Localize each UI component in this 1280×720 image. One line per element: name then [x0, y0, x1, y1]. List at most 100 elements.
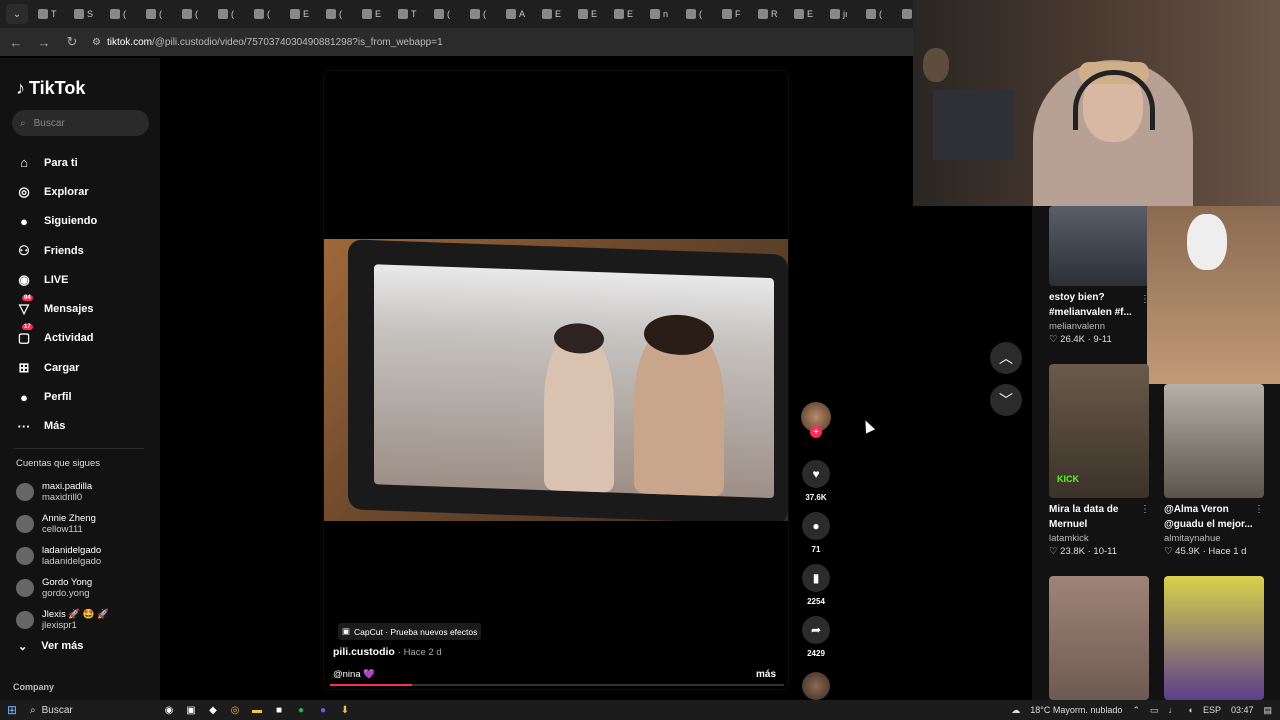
- share-button[interactable]: ➦: [802, 616, 830, 644]
- browser-tab[interactable]: E: [538, 2, 572, 26]
- browser-tab[interactable]: A: [502, 2, 536, 26]
- feed-card-2[interactable]: KICK Mira la data de Mernuel latamkick ♡…: [1049, 364, 1149, 557]
- feed-thumb-1[interactable]: [1049, 206, 1149, 286]
- feed-thumb-2[interactable]: KICK: [1049, 364, 1149, 498]
- feed-card-3[interactable]: @Alma Veron @guadu el mejor... almitayna…: [1164, 384, 1264, 557]
- tiktok-logo[interactable]: ♪ TikTok: [16, 78, 85, 99]
- browser-tab[interactable]: (: [322, 2, 356, 26]
- following-item[interactable]: Gordo Yong gordo.yong: [16, 572, 109, 604]
- save-button[interactable]: ▮: [802, 564, 830, 592]
- browser-tab[interactable]: (: [250, 2, 284, 26]
- site-info-icon[interactable]: ⚙: [92, 37, 101, 48]
- feed-card-user[interactable]: latamkick: [1049, 533, 1149, 544]
- browser-tab[interactable]: E: [574, 2, 608, 26]
- discord-icon[interactable]: ●: [312, 700, 334, 720]
- browser-tab[interactable]: (: [862, 2, 896, 26]
- download-icon[interactable]: ⬇: [334, 700, 356, 720]
- back-icon[interactable]: ←: [8, 34, 24, 50]
- browser-tab[interactable]: F: [718, 2, 752, 26]
- browser-tab[interactable]: S: [70, 2, 104, 26]
- browser-tab[interactable]: E: [358, 2, 392, 26]
- nav-item-mensajes[interactable]: ▽ 94 Mensajes: [16, 294, 97, 323]
- browser-tab[interactable]: E: [790, 2, 824, 26]
- nav-item-explorar[interactable]: ◎ Explorar: [16, 177, 97, 206]
- tray-chevron-up-icon[interactable]: ⌃: [1132, 705, 1140, 716]
- following-item[interactable]: Annie Zheng cellow111: [16, 508, 109, 540]
- weather-text[interactable]: 18°C Mayorm. nublado: [1030, 705, 1122, 715]
- browser-tab[interactable]: E: [286, 2, 320, 26]
- feed-thumb-4[interactable]: [1049, 576, 1149, 700]
- tab-favicon-icon: [362, 9, 372, 19]
- taskbar-search[interactable]: ⌕ Buscar: [30, 705, 158, 716]
- nav-item-perfil[interactable]: ● Perfil: [16, 382, 97, 411]
- feed-card-1[interactable]: estoy bien? #melianvalen #f... melianval…: [1049, 206, 1149, 345]
- feed-card-menu-icon[interactable]: ⋮: [1140, 294, 1280, 305]
- notifications-icon[interactable]: ▤: [1263, 705, 1272, 716]
- feed-thumb-5[interactable]: [1164, 576, 1264, 700]
- feed-card-user[interactable]: melianvalenn: [1049, 321, 1149, 332]
- see-more-button[interactable]: ⌄ Ver más: [18, 640, 83, 653]
- tab-search-button[interactable]: ⌄: [6, 4, 28, 24]
- store-icon[interactable]: ■: [268, 700, 290, 720]
- nav-item-friends[interactable]: ⚇ Friends: [16, 236, 97, 265]
- following-item[interactable]: Jlexis 🚀 🤩 🚀 jlexispr1: [16, 604, 109, 636]
- nav-item-para-ti[interactable]: ⌂ Para ti: [16, 148, 97, 177]
- network-icon[interactable]: ▭: [1150, 705, 1159, 716]
- caption-more-button[interactable]: más: [756, 669, 776, 680]
- video-player[interactable]: ▣ CapCut · Prueba nuevos efectos pili.cu…: [323, 70, 789, 690]
- browser-tab[interactable]: (: [106, 2, 140, 26]
- music-disc[interactable]: [802, 672, 830, 700]
- browser-tab[interactable]: (: [682, 2, 716, 26]
- feed-card-user[interactable]: almitaynahue: [1164, 533, 1264, 544]
- windows-start-icon[interactable]: ⊞: [0, 700, 24, 720]
- nav-item-actividad[interactable]: ▢ 17 Actividad: [16, 324, 97, 353]
- follow-plus-icon[interactable]: +: [810, 426, 822, 438]
- search-input[interactable]: ⌕ Buscar: [12, 110, 149, 136]
- feed-card-menu-icon[interactable]: ⋮: [1254, 504, 1280, 515]
- microphone-icon[interactable]: ♩: [1169, 705, 1178, 715]
- chrome-icon[interactable]: ◎: [224, 700, 246, 720]
- clock[interactable]: 03:47: [1231, 705, 1254, 715]
- browser-tab[interactable]: (: [178, 2, 212, 26]
- browser-tab[interactable]: (: [214, 2, 248, 26]
- browser-tab[interactable]: (: [466, 2, 500, 26]
- feed-thumb-3[interactable]: [1164, 384, 1264, 498]
- taskbar-avatar-icon[interactable]: ◉: [158, 700, 180, 720]
- previous-video-button[interactable]: ︿: [990, 342, 1022, 374]
- file-explorer-icon[interactable]: ▬: [246, 700, 268, 720]
- nav-item-siguiendo[interactable]: ● Siguiendo: [16, 207, 97, 236]
- language-indicator[interactable]: ESP: [1203, 705, 1221, 715]
- forward-icon[interactable]: →: [36, 34, 52, 50]
- task-view-icon[interactable]: ▣: [180, 700, 202, 720]
- like-button[interactable]: ♥: [802, 460, 830, 488]
- browser-tab[interactable]: n: [646, 2, 680, 26]
- spotify-icon[interactable]: ●: [290, 700, 312, 720]
- nav-item-live[interactable]: ◉ LIVE: [16, 265, 97, 294]
- browser-tab[interactable]: T: [394, 2, 428, 26]
- weather-icon[interactable]: ☁: [1011, 705, 1020, 716]
- browser-tab[interactable]: (: [142, 2, 176, 26]
- browser-tab[interactable]: R: [754, 2, 788, 26]
- reload-icon[interactable]: ↻: [64, 34, 80, 50]
- company-link[interactable]: Company: [13, 682, 54, 692]
- video-progress-bar[interactable]: [330, 684, 784, 686]
- nav-item-cargar[interactable]: ⊞ Cargar: [16, 353, 97, 382]
- browser-tab[interactable]: jı: [826, 2, 860, 26]
- following-handle: gordo.yong: [42, 588, 90, 599]
- following-item[interactable]: ladanidelgado ladanidelgado: [16, 540, 109, 572]
- browser-tab[interactable]: T: [34, 2, 68, 26]
- browser-tab[interactable]: (: [430, 2, 464, 26]
- search-placeholder: Buscar: [33, 117, 65, 129]
- comment-button[interactable]: ●: [802, 512, 830, 540]
- effect-tag[interactable]: ▣ CapCut · Prueba nuevos efectos: [338, 623, 482, 640]
- volume-icon[interactable]: ◖: [1188, 705, 1193, 715]
- nav-item-m-s[interactable]: ··· Más: [16, 412, 97, 441]
- browser-tab[interactable]: E: [610, 2, 644, 26]
- next-video-button[interactable]: ﹀: [990, 384, 1022, 416]
- following-item[interactable]: maxi.padilla maxidrill0: [16, 476, 109, 508]
- url-field[interactable]: ⚙ tiktok.com/@pili.custodio/video/757037…: [92, 37, 443, 48]
- widgets-icon[interactable]: ◆: [202, 700, 224, 720]
- video-author[interactable]: pili.custodio · Hace 2 d: [333, 646, 442, 658]
- creator-avatar-block[interactable]: +: [800, 402, 832, 450]
- creator-avatar[interactable]: +: [801, 402, 831, 438]
